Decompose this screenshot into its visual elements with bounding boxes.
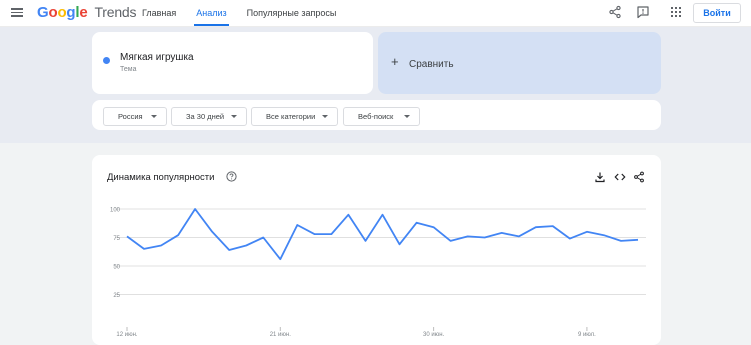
main-nav: Главная Анализ Популярные запросы (132, 0, 346, 26)
sign-in-button[interactable]: Войти (693, 3, 741, 23)
data-point[interactable] (534, 225, 538, 229)
data-point[interactable] (636, 238, 640, 242)
data-point[interactable] (398, 242, 402, 246)
y-tick-label: 100 (110, 208, 121, 214)
data-point[interactable] (278, 257, 282, 261)
data-point[interactable] (483, 236, 487, 240)
data-point[interactable] (551, 224, 555, 228)
nav-home[interactable]: Главная (132, 0, 186, 26)
data-point[interactable] (193, 207, 197, 211)
data-point[interactable] (159, 243, 163, 247)
data-point[interactable] (568, 237, 572, 241)
share-icon[interactable] (608, 5, 622, 19)
nav-trending[interactable]: Популярные запросы (237, 0, 347, 26)
data-point[interactable] (244, 243, 248, 247)
data-point[interactable] (312, 232, 316, 236)
data-point[interactable] (517, 234, 521, 238)
data-point[interactable] (449, 239, 453, 243)
data-point[interactable] (602, 233, 606, 237)
data-point[interactable] (329, 232, 333, 236)
plus-icon: + (391, 54, 399, 69)
y-tick-label: 50 (113, 265, 120, 271)
logo-trends: Trends (94, 4, 137, 20)
logo-google: Google (37, 4, 88, 21)
data-point[interactable] (295, 223, 299, 227)
google-trends-logo[interactable]: Google Trends (37, 4, 137, 21)
data-point[interactable] (619, 239, 623, 243)
feedback-icon[interactable] (636, 5, 650, 19)
data-point[interactable] (142, 247, 146, 251)
data-point[interactable] (176, 233, 180, 237)
term-title: Мягкая игрушка (120, 52, 194, 63)
nav-explore[interactable]: Анализ (186, 0, 236, 26)
apps-icon[interactable] (669, 5, 683, 19)
search-term-card[interactable]: Мягкая игрушка Тема (92, 32, 373, 94)
data-point[interactable] (466, 234, 470, 238)
data-point[interactable] (432, 225, 436, 229)
data-point[interactable] (363, 239, 367, 243)
compare-label: Сравнить (409, 59, 454, 70)
data-point[interactable] (210, 230, 214, 234)
filter-period-label: За 30 дней (186, 112, 225, 121)
dropdown-arrow-icon (231, 115, 237, 118)
compare-button[interactable]: + Сравнить (378, 32, 661, 94)
filters-bar: Россия За 30 дней Все категории Веб-поис… (92, 100, 661, 130)
filter-category-label: Все категории (266, 112, 316, 121)
filter-category[interactable]: Все категории (251, 107, 338, 126)
y-tick-label: 75 (113, 236, 120, 242)
data-point[interactable] (125, 234, 129, 238)
filter-region-label: Россия (118, 112, 143, 121)
top-bar: Google Trends Главная Анализ Популярные … (0, 0, 751, 27)
filter-search-type[interactable]: Веб-поиск (343, 107, 420, 126)
filter-period[interactable]: За 30 дней (171, 107, 247, 126)
dropdown-arrow-icon (404, 115, 410, 118)
interest-chart[interactable]: 25507510012 июн. 21 июн. 30 июн. 9 июл. (92, 155, 661, 345)
data-point[interactable] (227, 248, 231, 252)
term-color-dot (103, 57, 110, 64)
filter-region[interactable]: Россия (103, 107, 167, 126)
data-point[interactable] (261, 236, 265, 240)
data-point[interactable] (381, 213, 385, 217)
data-point[interactable] (585, 230, 589, 234)
interest-over-time-card: Динамика популярности 25 50 75 100 12 июн. 21… (92, 155, 661, 345)
data-point[interactable] (346, 213, 350, 217)
data-point[interactable] (415, 221, 419, 225)
y-tick-label: 25 (113, 293, 120, 299)
data-point[interactable] (500, 231, 504, 235)
term-type: Тема (120, 66, 137, 73)
dropdown-arrow-icon (151, 115, 157, 118)
menu-icon[interactable] (11, 6, 23, 18)
filter-search-type-label: Веб-поиск (358, 112, 394, 121)
dropdown-arrow-icon (322, 115, 328, 118)
